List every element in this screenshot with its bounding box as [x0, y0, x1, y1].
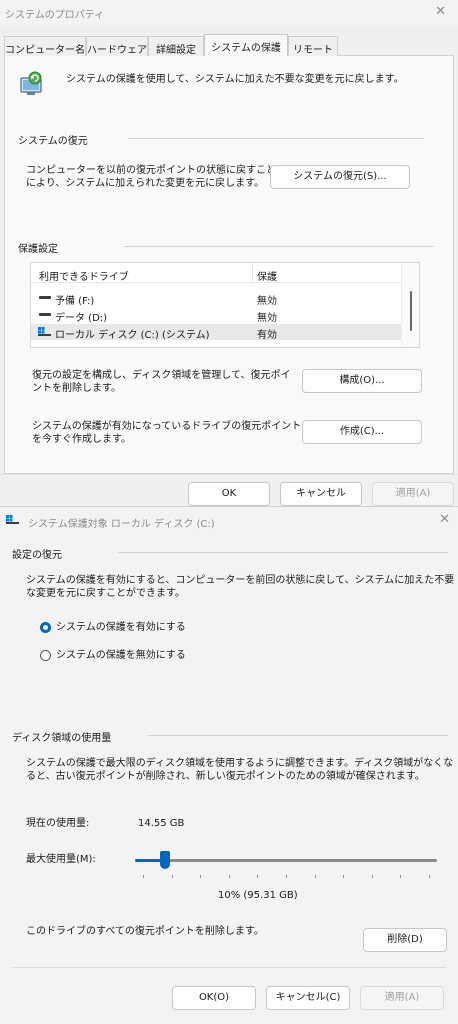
apply-button[interactable]: 適用(A) [372, 482, 454, 506]
slider-tick [314, 875, 316, 878]
drive-list[interactable]: 利用できるドライブ 保護 予備 (F:) 無効 データ (D:) 無効 ローカル… [30, 262, 420, 348]
slider-tick [371, 875, 373, 878]
create-description-line1: システムの保護が有効になっているドライブの復元ポイント [32, 421, 302, 432]
group-divider [124, 246, 434, 247]
drive-row[interactable]: 予備 (F:) 無効 [31, 290, 401, 307]
max-usage-slider-track[interactable] [135, 859, 437, 862]
system-restore-button[interactable]: システムの復元(S)... [270, 165, 410, 189]
intro-text: システムの保護を使用して、システムに加えた不要な変更を元に戻します。 [66, 74, 404, 85]
max-usage-slider-thumb[interactable] [160, 851, 171, 869]
drive-icon [39, 313, 51, 316]
drive-row[interactable]: データ (D:) 無効 [31, 307, 401, 324]
create-description-line2: を今すぐ作成します。 [32, 434, 131, 445]
drive-name: 予備 (F:) [55, 296, 95, 307]
drive-protection-status: 無効 [257, 313, 277, 324]
current-usage-label: 現在の使用量: [26, 818, 90, 829]
slider-tick [200, 875, 202, 878]
footer-divider [12, 967, 446, 968]
ok-button[interactable]: OK [188, 482, 270, 506]
drive-icon [39, 296, 51, 299]
cancel-button[interactable]: キャンセル [280, 482, 362, 506]
disk-usage-description-line2: ると、古い復元ポイントが削除され、新しい復元ポイントのための領域が確保されます。 [26, 771, 425, 782]
ok-button[interactable]: OK(O) [172, 986, 256, 1010]
group-divider [148, 735, 448, 736]
slider-tick [228, 875, 230, 878]
drive-name: ローカル ディスク (C:) (システム) [55, 330, 210, 341]
configure-description-line1: 復元の設定を構成し、ディスク領域を管理して、復元ポイ [32, 370, 291, 381]
column-separator [252, 263, 253, 283]
drive-name: データ (D:) [55, 313, 108, 324]
slider-tick [343, 875, 345, 878]
delete-button[interactable]: 削除(D) [363, 928, 447, 952]
column-header-status[interactable]: 保護 [257, 268, 277, 283]
drive-list-scrollbar[interactable] [401, 263, 419, 347]
windows-drive-icon [6, 515, 19, 524]
group-label-system-restore: システムの復元 [18, 132, 94, 147]
slider-tick [257, 875, 259, 878]
title-bar: システム保護対象 ローカル ディスク (C:) ✕ [0, 507, 458, 533]
column-header-drive[interactable]: 利用できるドライブ [39, 268, 129, 283]
disk-usage-description-line1: システムの保護で最大限のディスク領域を使用するように調整できます。ディスク領域が… [26, 758, 454, 769]
apply-button[interactable]: 適用(A) [360, 986, 444, 1010]
close-icon[interactable]: ✕ [439, 512, 450, 527]
title-bar: システムのプロパティ ✕ [0, 0, 458, 26]
restore-description-line1: コンピューターを以前の復元ポイントの状態に戻すこと [26, 165, 276, 176]
delete-points-description: このドライブのすべての復元ポイントを削除します。 [26, 926, 264, 937]
current-usage-value: 14.55 GB [138, 818, 185, 829]
system-properties-dialog: システムのプロパティ ✕ コンピューター名 ハードウェア 詳細設定 システムの保… [0, 0, 458, 506]
window-title: システム保護対象 ローカル ディスク (C:) [28, 519, 215, 530]
slider-tick [171, 875, 173, 878]
slider-tick [400, 875, 402, 878]
tab-hardware[interactable]: ハードウェア [86, 36, 148, 56]
group-label-protection-settings: 保護設定 [18, 240, 64, 255]
tab-advanced[interactable]: 詳細設定 [148, 36, 204, 56]
restore-settings-description-line2: な変更を元に戻すことができます。 [26, 588, 185, 599]
group-label-restore-settings: 設定の復元 [12, 546, 68, 561]
drive-list-header: 利用できるドライブ 保護 [31, 263, 401, 283]
configure-description-line2: ントを削除します。 [32, 383, 121, 394]
cancel-button[interactable]: キャンセル(C) [266, 986, 350, 1010]
max-usage-label: 最大使用量(M): [26, 854, 96, 865]
scrollbar-thumb[interactable] [410, 291, 412, 331]
windows-drive-icon [38, 327, 51, 336]
tab-computer-name[interactable]: コンピューター名 [4, 36, 86, 56]
close-icon[interactable]: ✕ [435, 4, 446, 19]
drive-protection-status: 有効 [257, 330, 277, 341]
slider-tick [143, 875, 144, 878]
tab-system-protection[interactable]: システムの保護 [204, 34, 288, 56]
drive-row-selected[interactable]: ローカル ディスク (C:) (システム) 有効 [31, 324, 401, 341]
slider-tick [429, 875, 430, 878]
group-label-disk-usage: ディスク領域の使用量 [12, 729, 118, 744]
footer-divider [0, 474, 458, 475]
group-divider [128, 138, 424, 139]
radio-enable-protection-label[interactable]: システムの保護を有効にする [56, 621, 186, 634]
protection-settings-dialog: システム保護対象 ローカル ディスク (C:) ✕ 設定の復元 システムの保護を… [0, 506, 458, 1024]
create-button[interactable]: 作成(C)... [302, 420, 422, 444]
slider-tick [286, 875, 287, 878]
radio-enable-protection[interactable] [40, 622, 51, 633]
window-title: システムのプロパティ [5, 10, 105, 21]
radio-disable-protection[interactable] [40, 650, 51, 661]
max-usage-value: 10% (95.31 GB) [218, 890, 298, 901]
radio-disable-protection-label[interactable]: システムの保護を無効にする [56, 649, 186, 662]
restore-description-line2: により、システムに加えられた変更を元に戻します。 [26, 178, 265, 189]
group-divider [118, 552, 448, 553]
tab-remote[interactable]: リモート [288, 36, 338, 56]
configure-button[interactable]: 構成(O)... [302, 369, 422, 393]
drive-protection-status: 無効 [257, 296, 277, 307]
system-protection-icon [20, 71, 42, 95]
restore-settings-description-line1: システムの保護を有効にすると、コンピューターを前回の状態に戻して、システムに加え… [26, 575, 455, 586]
